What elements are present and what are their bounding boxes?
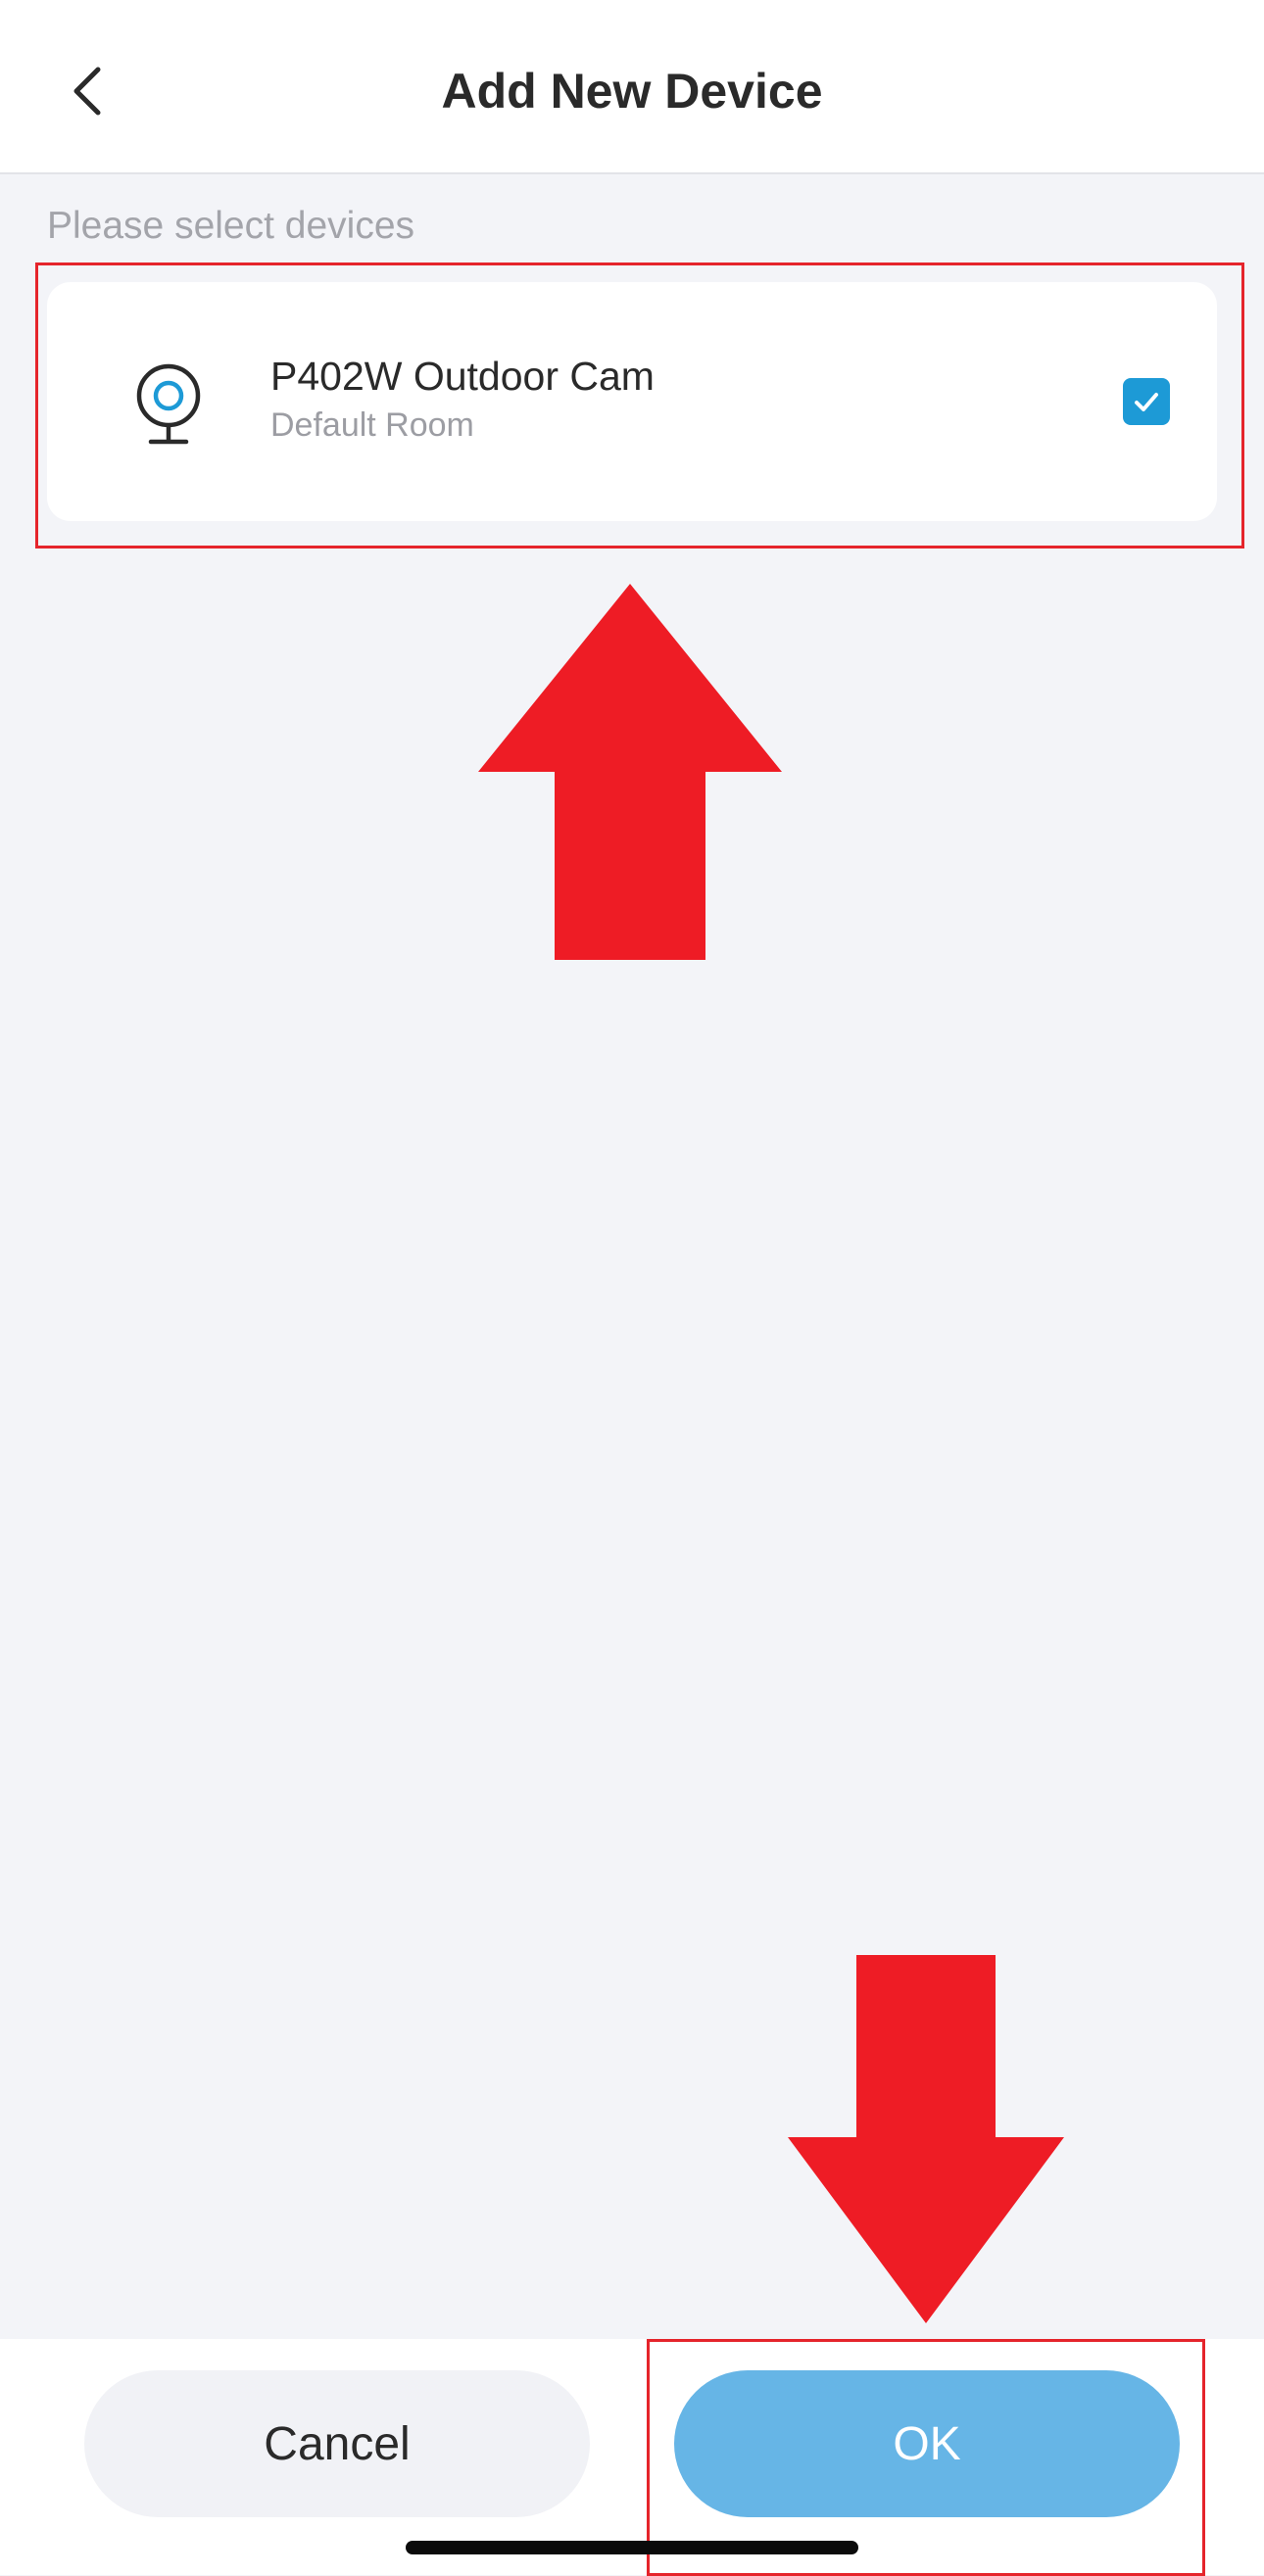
- page-title: Add New Device: [441, 64, 823, 119]
- home-indicator[interactable]: [406, 2541, 858, 2554]
- section-label: Please select devices: [47, 205, 415, 247]
- device-highlight-box: [35, 262, 1244, 549]
- arrow-down-icon: [788, 1955, 1064, 2323]
- arrow-up-icon: [478, 584, 782, 960]
- header-bar: Add New Device: [0, 0, 1264, 174]
- cancel-button[interactable]: Cancel: [84, 2370, 590, 2517]
